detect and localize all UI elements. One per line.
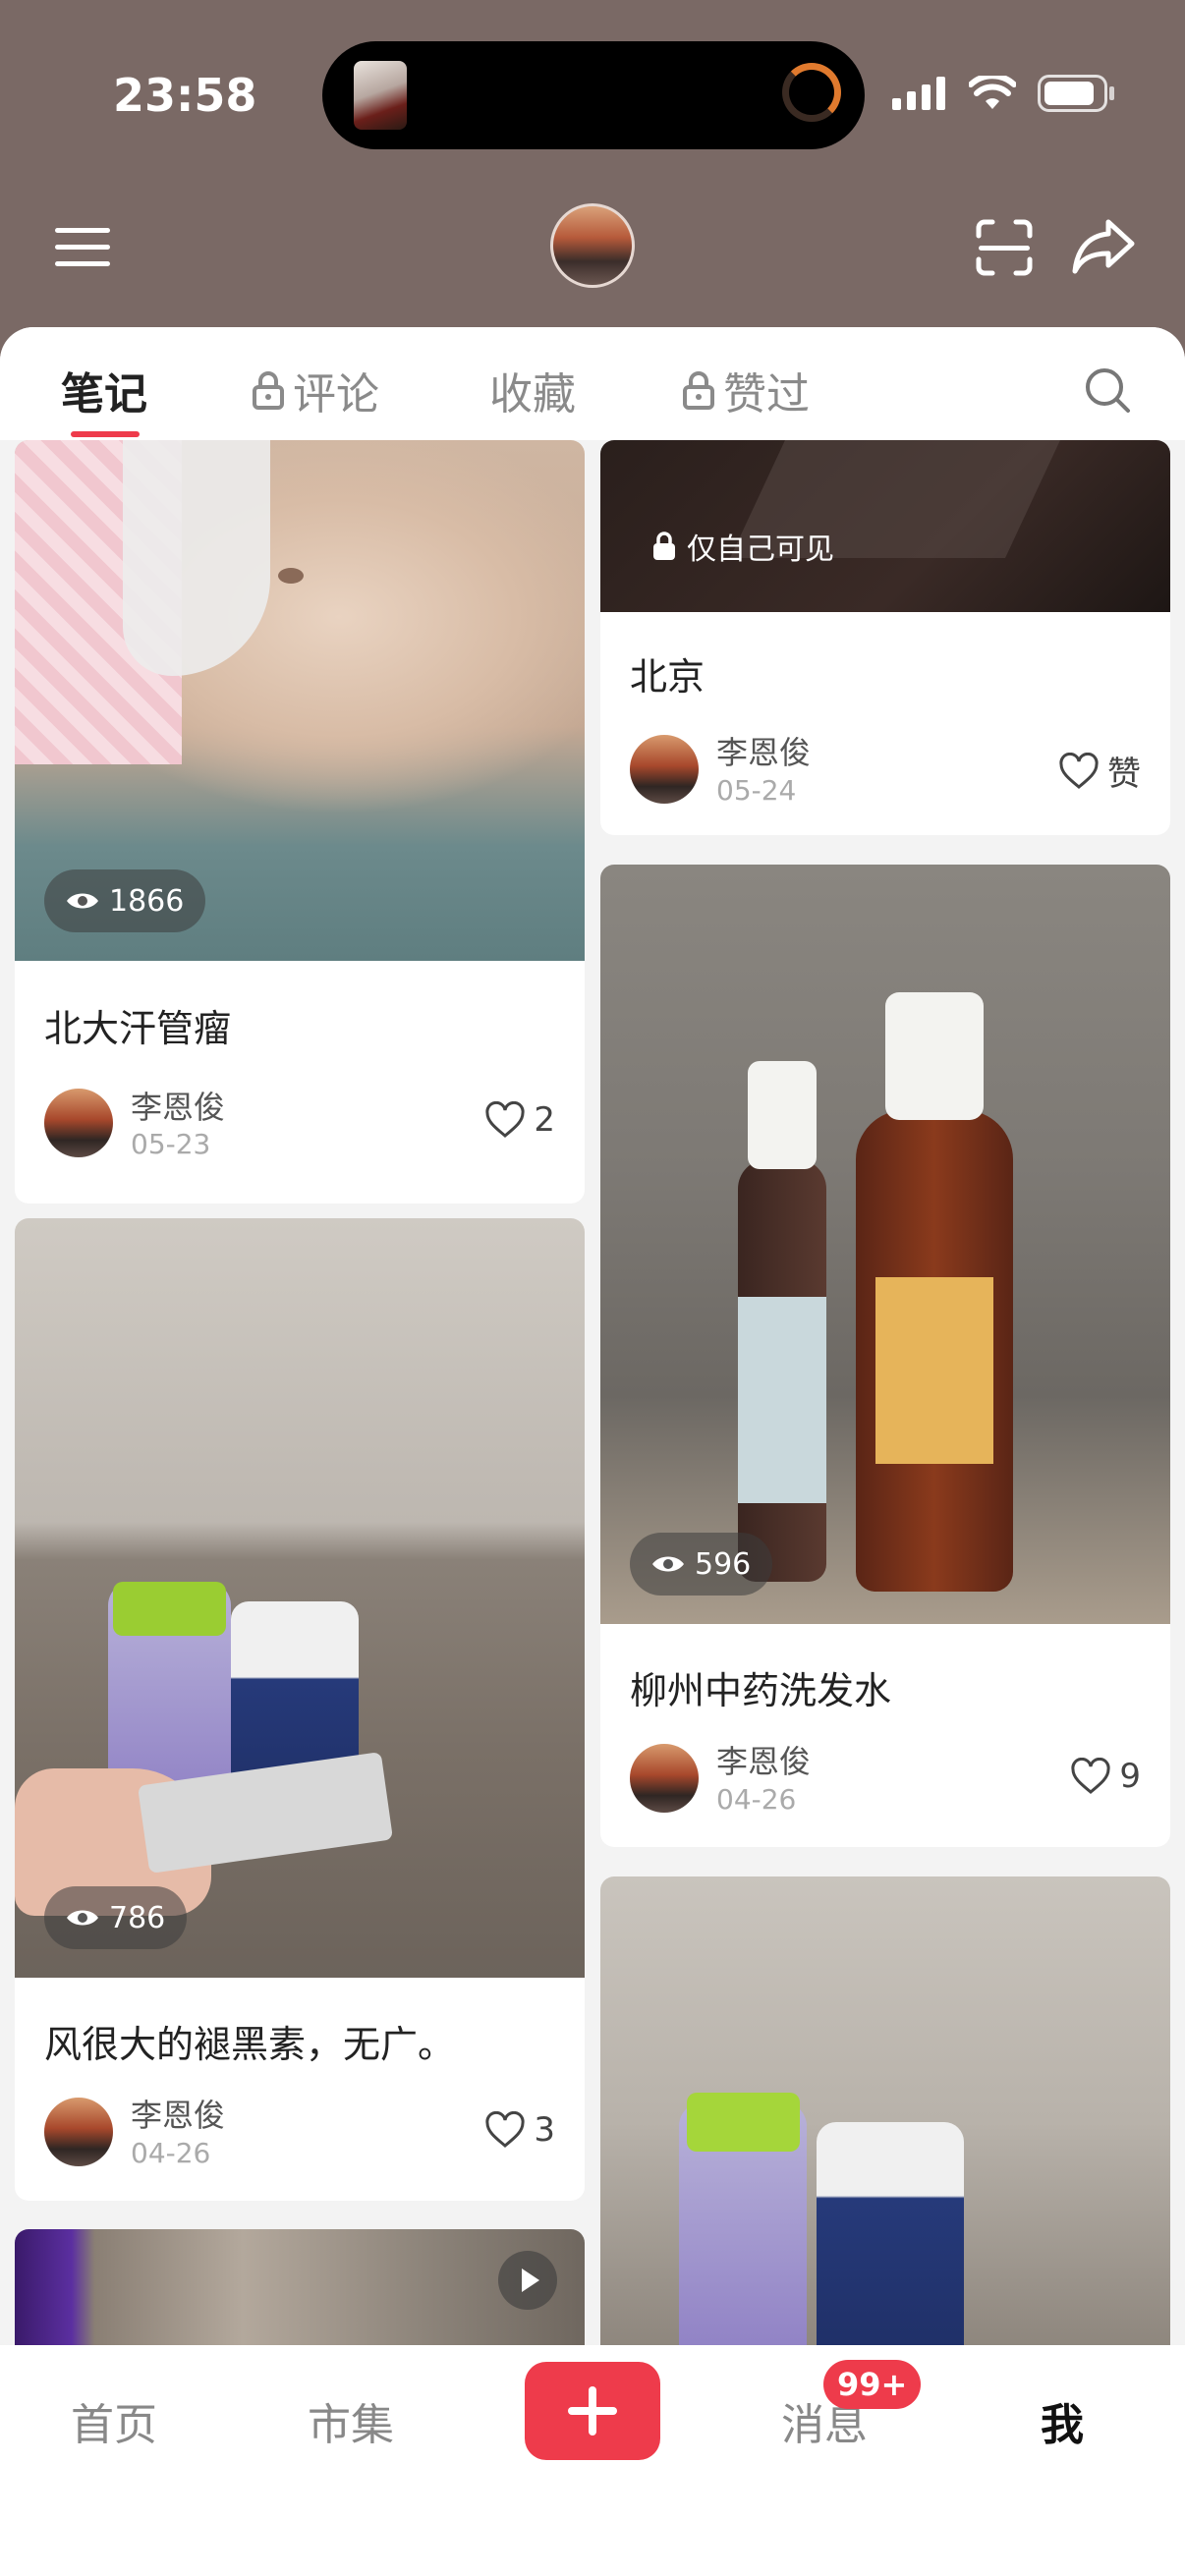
note-cover-image [15,1218,585,1978]
profile-avatar[interactable] [550,203,635,288]
search-icon[interactable] [1084,366,1131,414]
view-count-pill: 596 [630,1533,773,1596]
nav-me[interactable]: 我 [1041,2389,1084,2452]
author-name[interactable]: 李恩俊 [716,728,811,773]
heart-icon [1071,1758,1110,1794]
lock-icon [683,371,714,410]
like-button[interactable]: 2 [484,1100,555,1140]
now-playing-thumbnail [354,61,407,130]
bottom-nav: 首页 市集 消息 99+ 我 [0,2345,1185,2576]
eye-icon [67,893,98,909]
eye-icon [67,1910,98,1926]
note-title: 北京 [630,655,705,699]
note-card[interactable] [600,1876,1170,2368]
dynamic-island[interactable] [322,41,865,149]
heart-icon [1059,752,1099,789]
nav-home[interactable]: 首页 [71,2389,157,2452]
like-button[interactable]: 9 [1070,1757,1141,1796]
eye-icon [652,1556,684,1572]
tab-favorites[interactable]: 收藏 [489,359,576,421]
scan-icon[interactable] [975,218,1034,277]
note-date: 05-23 [131,1128,211,1160]
view-count-pill: 1866 [44,869,206,932]
author-name[interactable]: 李恩俊 [716,1737,811,1782]
heart-icon [485,1101,525,1138]
status-icons [892,75,1116,112]
tab-notes[interactable]: 笔记 [61,359,147,421]
note-card[interactable]: 1866 北大汗管瘤 李恩俊 05-23 2 [15,440,585,1204]
private-visibility-badge: 仅自己可见 [651,525,834,568]
author-avatar[interactable] [630,1744,699,1813]
tab-comments[interactable]: 评论 [252,359,379,421]
signal-icon [892,77,945,110]
nav-market[interactable]: 市集 [308,2389,394,2452]
tab-bar: 笔记 评论 收藏 赞过 [0,327,1185,440]
like-button[interactable]: 3 [484,2110,555,2150]
view-count-pill: 786 [44,1886,188,1949]
author-avatar[interactable] [44,1089,113,1157]
author-avatar[interactable] [44,2098,113,2166]
note-card[interactable]: 786 风很大的褪黑素，无广。 李恩俊 04-26 3 [15,1218,585,2201]
create-post-button[interactable] [525,2362,660,2460]
note-title: 柳州中药洗发水 [630,1669,892,1712]
heart-icon [485,2111,525,2148]
note-date: 04-26 [716,1783,797,1816]
author-name[interactable]: 李恩俊 [131,1083,225,1128]
like-button[interactable]: 赞 [1058,747,1141,795]
video-play-icon [498,2251,557,2310]
lock-icon [253,371,284,410]
wifi-icon [969,76,1016,109]
note-date: 04-26 [131,2137,211,2169]
progress-ring-icon [782,63,841,122]
author-avatar[interactable] [630,735,699,804]
status-time: 23:58 [113,69,257,122]
tab-liked[interactable]: 赞过 [682,359,810,421]
content-sheet: 笔记 评论 收藏 赞过 1866 北大汗管瘤 李恩俊 05-23 2 仅自己可见… [0,327,1185,2576]
note-card[interactable]: 仅自己可见 北京 李恩俊 05-24 赞 [600,440,1170,835]
note-card[interactable]: 596 柳州中药洗发水 李恩俊 04-26 9 [600,865,1170,1847]
note-date: 05-24 [716,774,797,807]
menu-icon[interactable] [55,224,110,271]
share-icon[interactable] [1071,216,1136,275]
active-tab-indicator [71,431,140,437]
battery-icon [1038,75,1114,112]
note-title: 北大汗管瘤 [44,1007,232,1050]
note-cover-image [600,1876,1170,2368]
plus-icon [568,2386,617,2436]
author-name[interactable]: 李恩俊 [131,2091,225,2136]
messages-badge: 99+ [823,2360,922,2409]
lock-icon [653,532,675,560]
note-title: 风很大的褪黑素，无广。 [44,2023,456,2066]
note-cover-image [600,865,1170,1624]
